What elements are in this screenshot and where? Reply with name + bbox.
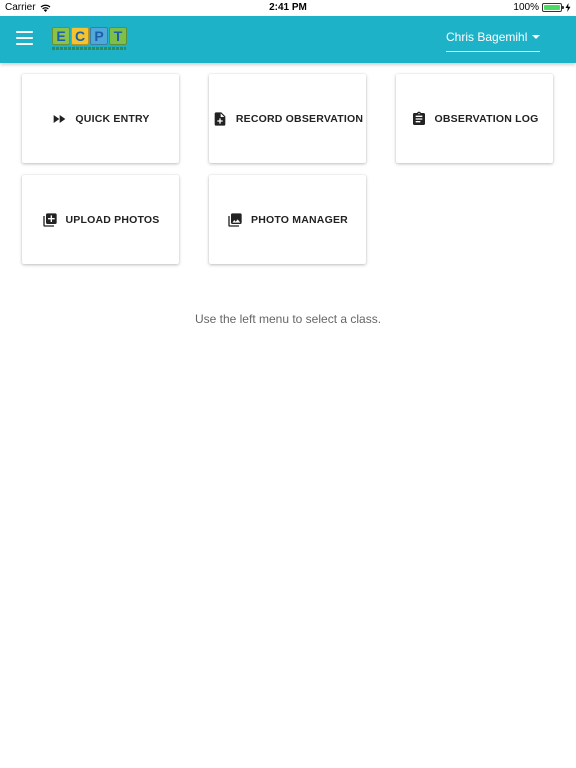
quick-entry-card[interactable]: QUICK ENTRY xyxy=(22,74,179,163)
logo-letter: T xyxy=(109,27,127,45)
note-add-icon xyxy=(214,111,226,126)
user-select[interactable]: Chris Bagemihl xyxy=(446,30,540,52)
logo-letter: P xyxy=(90,27,108,45)
ecpt-logo: ECPT xyxy=(52,27,130,53)
upload-photos-card[interactable]: UPLOAD PHOTOS xyxy=(22,175,179,264)
photo-manager-card[interactable]: PHOTO MANAGER xyxy=(209,175,366,264)
quick-entry-label: QUICK ENTRY xyxy=(75,112,150,125)
battery-icon xyxy=(542,3,564,12)
clock: 2:41 PM xyxy=(269,2,307,13)
upload-photos-label: UPLOAD PHOTOS xyxy=(65,213,160,226)
photo-library-icon xyxy=(228,212,242,227)
library-add-icon xyxy=(42,212,57,227)
bolt-icon xyxy=(565,3,571,12)
status-bar: Carrier 2:41 PM 100% xyxy=(0,0,576,16)
select-class-hint: Use the left menu to select a class. xyxy=(194,312,382,326)
clipboard-icon xyxy=(412,111,425,125)
logo-letter: E xyxy=(52,27,70,45)
observation-log-label: OBSERVATION LOG xyxy=(434,112,539,125)
record-observation-label: RECORD OBSERVATION xyxy=(235,112,364,125)
logo-tagline xyxy=(52,47,126,50)
chevron-down-icon xyxy=(532,35,540,39)
observation-log-card[interactable]: OBSERVATION LOG xyxy=(396,74,553,163)
logo-letter: C xyxy=(71,27,89,45)
battery-percent: 100% xyxy=(513,2,539,13)
user-name: Chris Bagemihl xyxy=(446,30,528,44)
record-observation-card[interactable]: RECORD OBSERVATION xyxy=(209,74,366,163)
battery-fill xyxy=(544,5,560,10)
fast-forward-icon xyxy=(54,114,66,123)
status-bar-right: 100% xyxy=(513,2,571,13)
photo-manager-label: PHOTO MANAGER xyxy=(251,213,348,226)
app-bar: ECPT Chris Bagemihl xyxy=(0,16,576,63)
hamburger-menu-icon[interactable] xyxy=(16,31,33,45)
